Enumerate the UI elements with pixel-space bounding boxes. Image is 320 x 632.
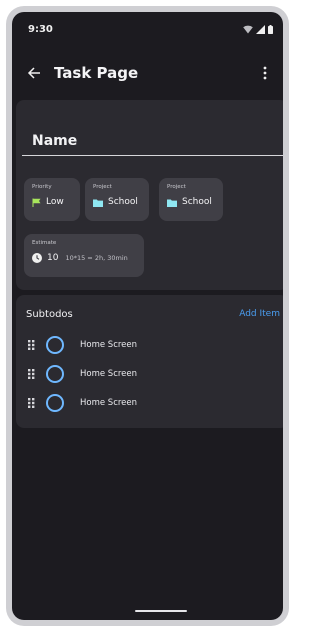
estimate-chip[interactable]: Estimate 10 10*15 = 2h, 30min xyxy=(24,234,144,277)
chip-label: Project xyxy=(93,184,112,190)
more-options-button[interactable] xyxy=(255,61,275,85)
status-icons xyxy=(243,24,273,34)
app-bar: Task Page xyxy=(12,56,283,90)
estimate-value: 10 xyxy=(47,253,59,263)
flag-icon xyxy=(32,198,41,207)
battery-icon xyxy=(268,24,273,34)
back-button[interactable] xyxy=(22,61,46,85)
chip-value: Low xyxy=(46,197,64,207)
drag-handle-icon[interactable] xyxy=(26,369,36,379)
drag-handle-icon[interactable] xyxy=(26,398,36,408)
add-item-button[interactable]: Add Item xyxy=(239,309,280,319)
subtodo-item: Home Screen xyxy=(26,362,137,386)
subtodo-item: Home Screen xyxy=(26,391,137,415)
drag-handle-icon[interactable] xyxy=(26,340,36,350)
wifi-icon xyxy=(243,25,253,33)
chip-value: School xyxy=(108,197,138,207)
app-screen: 9:30 Task Page Name Priority Low Project… xyxy=(12,12,283,620)
subtodo-checkbox[interactable] xyxy=(46,394,64,412)
page-title: Task Page xyxy=(54,64,139,82)
subtodo-text: Home Screen xyxy=(80,398,138,408)
clock-icon xyxy=(32,253,42,263)
project-chip[interactable]: Project School xyxy=(85,178,149,221)
home-indicator[interactable] xyxy=(135,610,187,612)
more-vertical-icon xyxy=(263,66,267,80)
subtodo-text: Home Screen xyxy=(80,340,138,350)
task-details-card: Name Priority Low Project School Project… xyxy=(16,100,283,290)
status-time: 9:30 xyxy=(28,23,53,35)
chip-label: Priority xyxy=(32,184,52,190)
subtodos-card: Subtodos Add Item Home Screen Home Scree… xyxy=(16,295,283,428)
chip-value: School xyxy=(182,197,212,207)
subtodo-checkbox[interactable] xyxy=(46,365,64,383)
subtodo-item: Home Screen xyxy=(26,333,137,357)
chip-label: Project xyxy=(167,184,186,190)
folder-icon xyxy=(167,199,177,207)
device-frame: 9:30 Task Page Name Priority Low Project… xyxy=(6,6,289,626)
priority-chip[interactable]: Priority Low xyxy=(24,178,80,221)
folder-icon xyxy=(93,199,103,207)
task-name-field[interactable]: Name xyxy=(22,126,283,156)
status-bar: 9:30 xyxy=(12,12,283,46)
subtodo-text: Home Screen xyxy=(80,369,138,379)
signal-icon xyxy=(256,24,265,34)
subtodo-checkbox[interactable] xyxy=(46,336,64,354)
chip-label: Estimate xyxy=(32,240,57,246)
project-chip[interactable]: Project School xyxy=(159,178,223,221)
arrow-left-icon xyxy=(27,67,40,79)
task-name-text: Name xyxy=(32,132,78,149)
subtodos-title: Subtodos xyxy=(26,309,73,320)
estimate-detail: 10*15 = 2h, 30min xyxy=(65,254,128,262)
